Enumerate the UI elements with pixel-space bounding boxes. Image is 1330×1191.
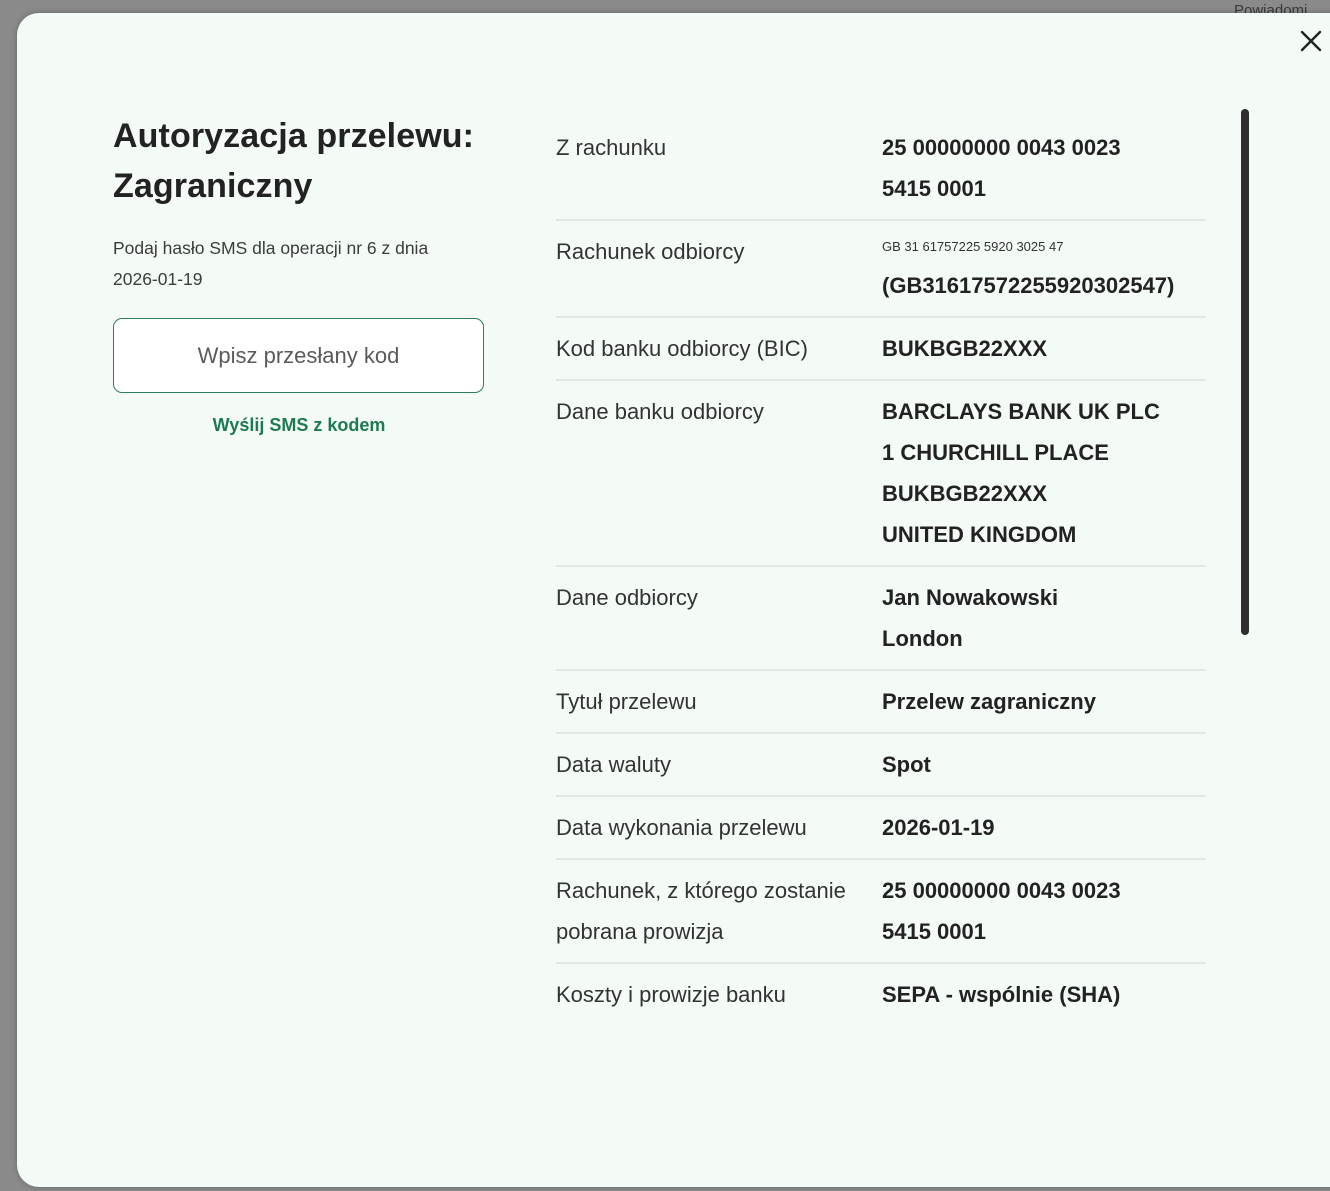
detail-row-from-account: Z rachunku 25 00000000 0043 0023 5415 00…: [556, 117, 1206, 221]
detail-value: 25 00000000 0043 0023 5415 0001: [882, 127, 1206, 209]
detail-value-line: 1 CHURCHILL PLACE: [882, 440, 1109, 465]
transfer-details-list: Z rachunku 25 00000000 0043 0023 5415 00…: [556, 117, 1206, 1025]
detail-value: Przelew zagraniczny: [882, 689, 1096, 714]
detail-row-bank-data: Dane banku odbiorcy BARCLAYS BANK UK PLC…: [556, 381, 1206, 567]
detail-value: 2026-01-19: [882, 815, 995, 840]
detail-label: Data wykonania przelewu: [556, 815, 807, 840]
detail-value: BARCLAYS BANK UK PLC 1 CHURCHILL PLACE B…: [882, 391, 1206, 555]
detail-label: Rachunek, z którego zostanie pobrana pro…: [556, 878, 846, 944]
detail-value-line: 25 00000000 0043 0023: [882, 878, 1121, 903]
detail-row-fee-account: Rachunek, z którego zostanie pobrana pro…: [556, 860, 1206, 964]
detail-label: Tytuł przelewu: [556, 689, 697, 714]
detail-row-costs: Koszty i prowizje banku SEPA - wspólnie …: [556, 964, 1206, 1025]
authorization-panel: Autoryzacja przelewu: Zagraniczny Podaj …: [113, 111, 485, 436]
detail-value-formatted-iban: GB 31 61757225 5920 3025 47: [882, 239, 1064, 254]
sms-instruction-text: Podaj hasło SMS dla operacji nr 6 z dnia…: [113, 238, 429, 289]
detail-label: Dane odbiorcy: [556, 585, 698, 610]
detail-value: SEPA - wspólnie (SHA): [882, 982, 1121, 1007]
detail-value-line: London: [882, 626, 963, 651]
page-title: Autoryzacja przelewu: Zagraniczny: [113, 117, 475, 205]
detail-label: Data waluty: [556, 752, 671, 777]
detail-value: Jan Nowakowski London: [882, 577, 1206, 659]
detail-value: BUKBGB22XXX: [882, 336, 1048, 361]
detail-value-line: 5415 0001: [882, 176, 986, 201]
detail-row-bic: Kod banku odbiorcy (BIC) BUKBGB22XXX: [556, 318, 1206, 381]
detail-label: Kod banku odbiorcy (BIC): [556, 336, 808, 361]
detail-value: Spot: [882, 752, 931, 777]
detail-row-recipient-data: Dane odbiorcy Jan Nowakowski London: [556, 567, 1206, 671]
detail-value-line: (GB31617572255920302547): [882, 273, 1175, 298]
detail-row-title: Tytuł przelewu Przelew zagraniczny: [556, 671, 1206, 734]
sms-code-input[interactable]: [113, 318, 484, 393]
transfer-authorization-modal: Autoryzacja przelewu: Zagraniczny Podaj …: [17, 13, 1330, 1187]
close-button[interactable]: [1297, 27, 1325, 55]
detail-row-execution-date: Data wykonania przelewu 2026-01-19: [556, 797, 1206, 860]
detail-label: Z rachunku: [556, 135, 667, 160]
detail-row-recipient-account: Rachunek odbiorcy GB 31 61757225 5920 30…: [556, 221, 1206, 318]
detail-value-line: 5415 0001: [882, 919, 986, 944]
scrollbar-thumb[interactable]: [1241, 109, 1249, 635]
send-sms-link[interactable]: Wyślij SMS z kodem: [113, 415, 485, 436]
close-icon: [1300, 30, 1322, 52]
detail-value: 25 00000000 0043 0023 5415 0001: [882, 870, 1206, 952]
detail-value-line: UNITED KINGDOM: [882, 522, 1077, 547]
detail-value: GB 31 61757225 5920 3025 47 (GB316175722…: [882, 231, 1206, 306]
detail-value-line: Jan Nowakowski: [882, 585, 1059, 610]
detail-value-line: BUKBGB22XXX: [882, 481, 1048, 506]
detail-row-value-date: Data waluty Spot: [556, 734, 1206, 797]
detail-label: Koszty i prowizje banku: [556, 982, 786, 1007]
detail-value-line: BARCLAYS BANK UK PLC: [882, 399, 1160, 424]
detail-value-line: 25 00000000 0043 0023: [882, 135, 1121, 160]
detail-label: Rachunek odbiorcy: [556, 239, 745, 264]
detail-label: Dane banku odbiorcy: [556, 399, 764, 424]
